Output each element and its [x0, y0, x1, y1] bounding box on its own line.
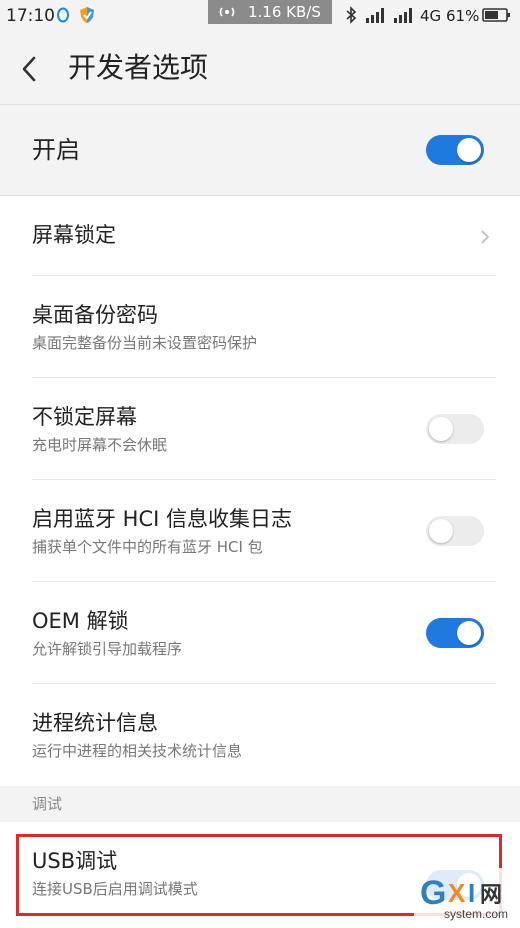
gxi-logo-icon: G X I 网 system.com: [414, 868, 514, 924]
setting-subtitle: 充电时屏幕不会休眠: [32, 436, 168, 454]
setting-subtitle: 桌面完整备份当前未设置密码保护: [32, 334, 258, 352]
setting-oem-unlock[interactable]: OEM 解锁 允许解锁引导加载程序: [0, 582, 520, 684]
master-toggle[interactable]: [426, 135, 484, 165]
oem-unlock-toggle[interactable]: [426, 618, 484, 648]
shield-icon: [80, 7, 94, 23]
setting-bluetooth-hci-log[interactable]: 启用蓝牙 HCI 信息收集日志 捕获单个文件中的所有蓝牙 HCI 包: [0, 480, 520, 582]
app-bar: 开发者选项: [0, 32, 520, 104]
battery-icon: [482, 8, 510, 22]
back-arrow-icon[interactable]: [18, 54, 40, 84]
signal-icon: [366, 8, 384, 23]
chevron-right-icon: [481, 230, 490, 244]
setting-process-stats[interactable]: 进程统计信息 运行中进程的相关技术统计信息: [0, 684, 520, 786]
signal-secondary-icon: [394, 8, 412, 23]
battery-percent: 61%: [446, 7, 480, 25]
toggle-knob: [457, 138, 481, 162]
svg-text:G: G: [420, 874, 446, 912]
setting-title: 桌面备份密码: [32, 303, 158, 327]
toggle-knob: [429, 417, 453, 441]
hotspot-icon: [219, 7, 235, 17]
svg-text:X: X: [448, 878, 466, 908]
status-bar: 17:10 1.16 KB/S 4G 61%: [0, 0, 520, 32]
setting-title: 进程统计信息: [32, 711, 158, 735]
setting-subtitle: 运行中进程的相关技术统计信息: [32, 742, 243, 760]
setting-desktop-backup-password[interactable]: 桌面备份密码 桌面完整备份当前未设置密码保护: [0, 276, 520, 378]
setting-title: OEM 解锁: [32, 609, 129, 633]
qq-icon: [57, 7, 69, 23]
svg-text:I: I: [468, 878, 475, 908]
bluetooth-icon: [346, 6, 357, 24]
status-time: 17:10: [6, 6, 55, 26]
toggle-knob: [429, 519, 453, 543]
master-label: 开启: [32, 136, 80, 164]
setting-title: 屏幕锁定: [32, 223, 116, 247]
network-speed-indicator: 1.16 KB/S: [208, 0, 332, 24]
stay-awake-toggle[interactable]: [426, 414, 484, 444]
section-label: 调试: [32, 795, 63, 813]
page-title: 开发者选项: [68, 51, 209, 84]
network-speed: 1.16 KB/S: [248, 3, 321, 21]
watermark-logo: G X I 网 system.com: [414, 868, 514, 924]
setting-stay-awake[interactable]: 不锁定屏幕 充电时屏幕不会休眠: [0, 378, 520, 480]
bluetooth-hci-toggle[interactable]: [426, 516, 484, 546]
setting-subtitle: 允许解锁引导加载程序: [32, 640, 183, 658]
toggle-knob: [457, 621, 481, 645]
setting-subtitle: 捕获单个文件中的所有蓝牙 HCI 包: [32, 538, 263, 556]
developer-options-screen: 17:10 1.16 KB/S 4G 61% 开发者选项 开启 屏幕锁定 桌面备…: [0, 0, 520, 928]
network-type: 4G: [420, 7, 442, 25]
developer-options-master-row[interactable]: 开启: [0, 104, 520, 196]
svg-text:system.com: system.com: [444, 907, 508, 921]
section-header-debugging: 调试: [0, 786, 520, 822]
svg-text:网: 网: [480, 883, 502, 908]
setting-title: 启用蓝牙 HCI 信息收集日志: [32, 507, 292, 531]
setting-title: 不锁定屏幕: [32, 405, 137, 429]
setting-screen-lock[interactable]: 屏幕锁定: [0, 196, 520, 276]
